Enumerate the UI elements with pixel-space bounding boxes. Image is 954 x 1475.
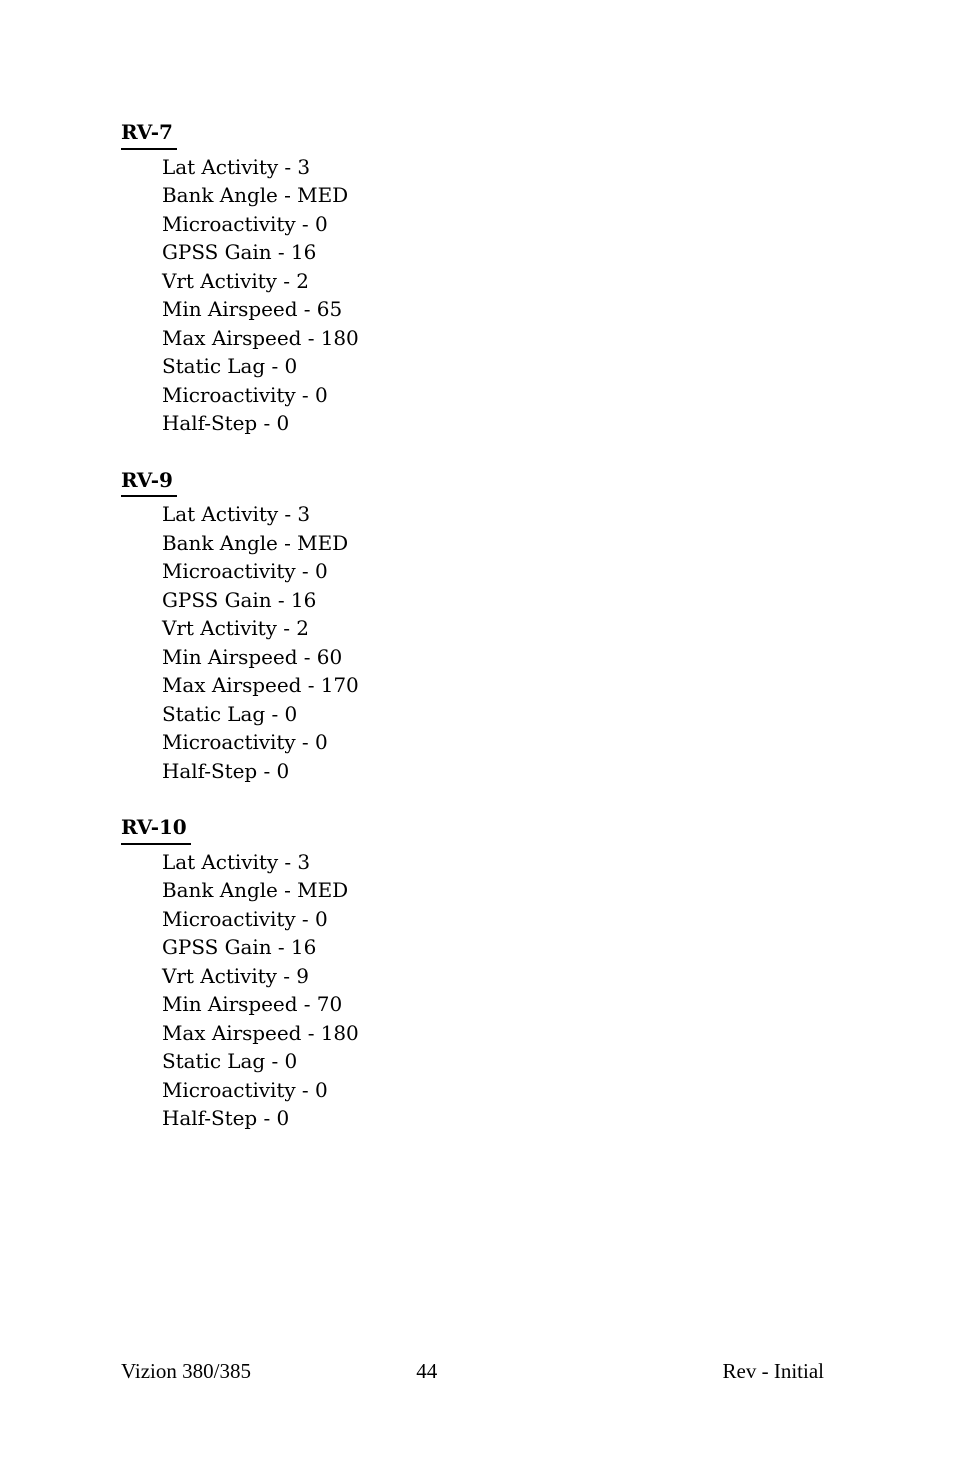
page-content: RV-7 Lat Activity - 3 Bank Angle - MED M… bbox=[121, 118, 821, 1133]
section-heading: RV-10 bbox=[121, 813, 191, 845]
page-footer: Vizion 380/385 44 Rev - Initial bbox=[121, 1358, 824, 1384]
section-heading: RV-7 bbox=[121, 118, 177, 150]
footer-page-number: 44 bbox=[416, 1359, 438, 1383]
list-item: Vrt Activity - 2 bbox=[162, 268, 309, 293]
list-item: Static Lag - 0 bbox=[162, 1049, 298, 1073]
list-item: Bank Angle - MED bbox=[162, 878, 349, 902]
list-item: Max Airspeed - 180 bbox=[162, 325, 359, 350]
section-rv-10: RV-10 Lat Activity - 3 Bank Angle - MED … bbox=[121, 813, 821, 1133]
footer-revision: Rev - Initial bbox=[722, 1359, 824, 1383]
list-item: GPSS Gain - 16 bbox=[162, 240, 317, 264]
section-rv-7: RV-7 Lat Activity - 3 Bank Angle - MED M… bbox=[121, 118, 821, 438]
footer-document-title: Vizion 380/385 bbox=[121, 1359, 251, 1383]
section-rv-9: RV-9 Lat Activity - 3 Bank Angle - MED M… bbox=[121, 466, 821, 786]
list-item: Microactivity - 0 bbox=[162, 1077, 328, 1102]
parameter-list: Lat Activity - 3 Bank Angle - MED Microa… bbox=[162, 500, 821, 785]
list-item: Static Lag - 0 bbox=[162, 354, 298, 378]
list-item: Max Airspeed - 170 bbox=[162, 673, 359, 697]
list-item: Lat Activity - 3 bbox=[162, 154, 311, 179]
list-item: Vrt Activity - 9 bbox=[162, 963, 309, 988]
parameter-list: Lat Activity - 3 Bank Angle - MED Microa… bbox=[162, 848, 821, 1133]
list-item: Bank Angle - MED bbox=[162, 183, 349, 207]
document-page: RV-7 Lat Activity - 3 Bank Angle - MED M… bbox=[0, 0, 954, 1475]
list-item: Lat Activity - 3 bbox=[162, 849, 311, 874]
list-item: Min Airspeed - 60 bbox=[162, 644, 343, 669]
section-heading: RV-9 bbox=[121, 466, 177, 497]
list-item: Static Lag - 0 bbox=[162, 701, 298, 726]
parameter-list: Lat Activity - 3 Bank Angle - MED Microa… bbox=[162, 153, 821, 438]
list-item: Microactivity - 0 bbox=[162, 211, 328, 236]
list-item: Lat Activity - 3 bbox=[162, 502, 311, 526]
list-item: Half-Step - 0 bbox=[162, 1106, 290, 1130]
list-item: Half-Step - 0 bbox=[162, 411, 290, 435]
list-item: Microactivity - 0 bbox=[162, 559, 328, 583]
list-item: Min Airspeed - 70 bbox=[162, 992, 343, 1016]
list-item: Min Airspeed - 65 bbox=[162, 297, 343, 321]
list-item: Vrt Activity - 2 bbox=[162, 616, 309, 640]
list-item: GPSS Gain - 16 bbox=[162, 587, 317, 612]
list-item: Microactivity - 0 bbox=[162, 382, 328, 407]
list-item: Bank Angle - MED bbox=[162, 530, 349, 555]
list-item: Half-Step - 0 bbox=[162, 758, 290, 783]
list-item: Microactivity - 0 bbox=[162, 906, 328, 931]
list-item: Microactivity - 0 bbox=[162, 730, 328, 754]
list-item: GPSS Gain - 16 bbox=[162, 935, 317, 959]
list-item: Max Airspeed - 180 bbox=[162, 1020, 359, 1045]
